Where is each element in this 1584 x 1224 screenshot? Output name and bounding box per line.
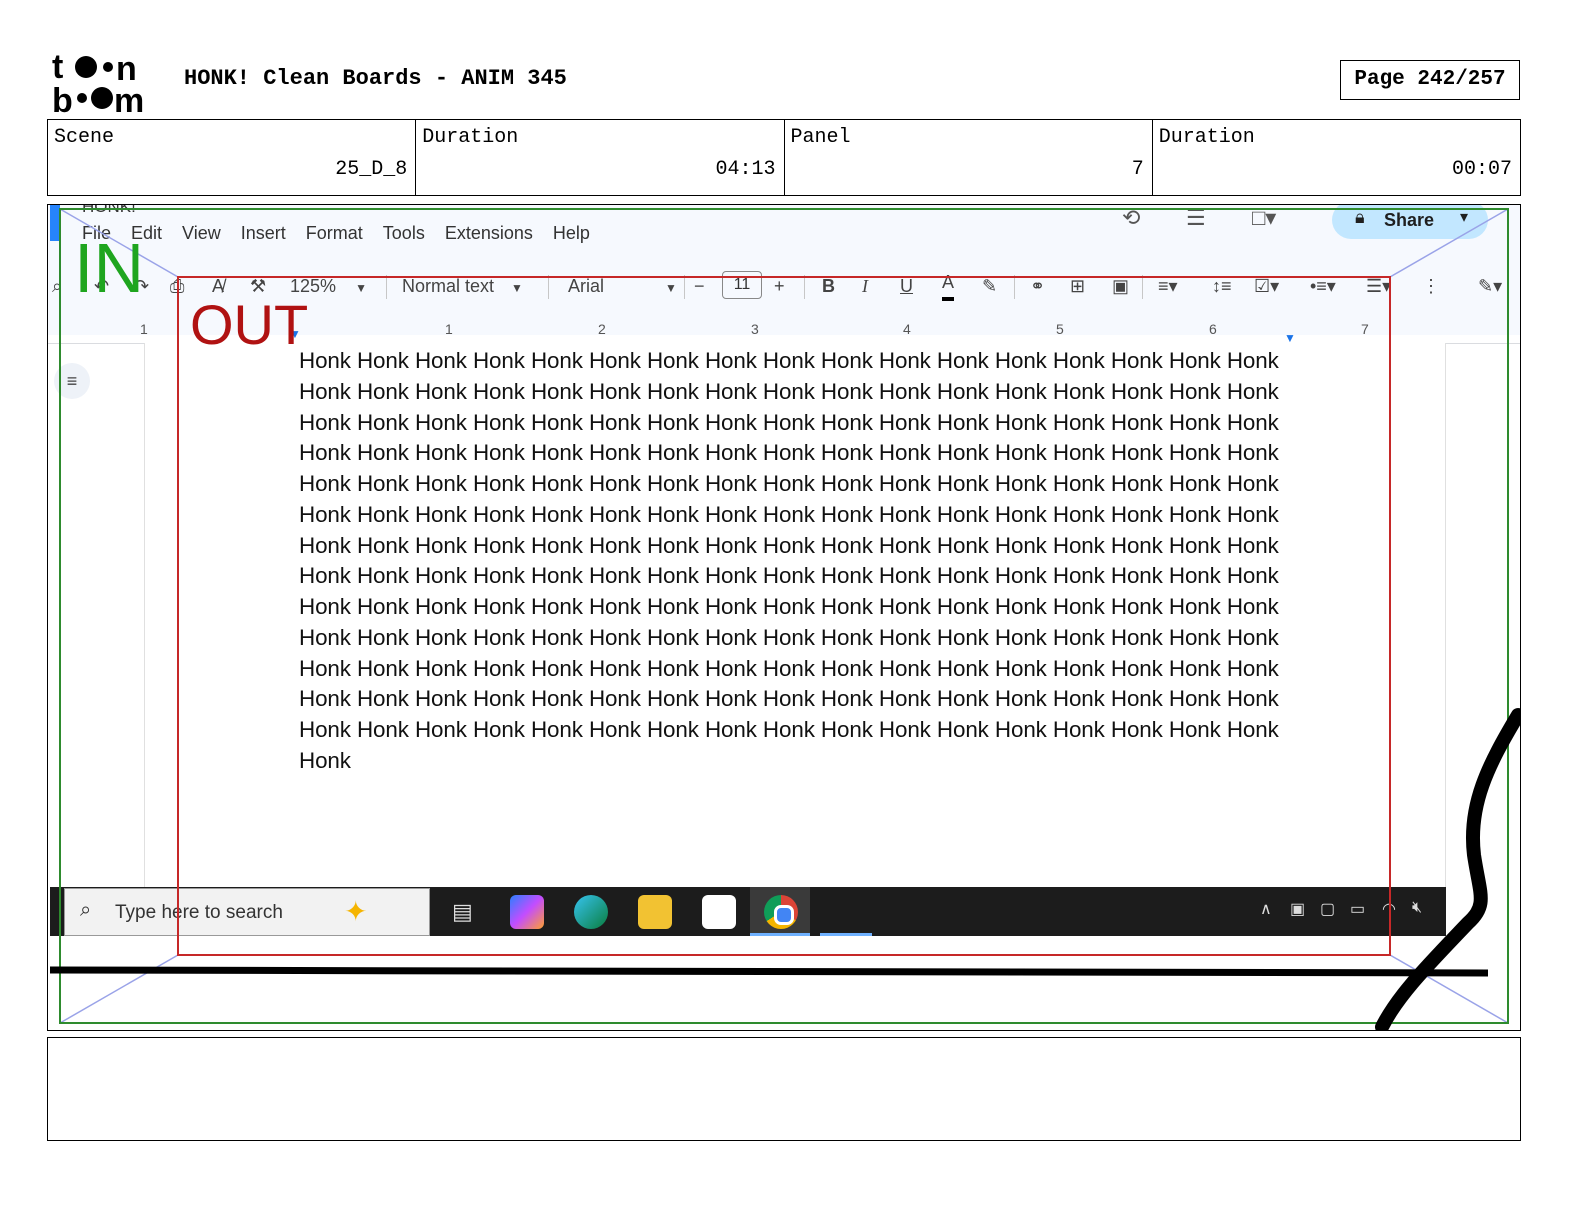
panel-duration-label: Duration — [1158, 126, 1255, 149]
panel-duration-value: 00:07 — [1451, 158, 1512, 181]
page-number: Page 242/257 — [1340, 60, 1520, 100]
panel-label: Panel — [790, 126, 851, 149]
out-camera-frame — [177, 276, 1391, 956]
camera-move-line — [59, 954, 179, 1024]
caption-box — [47, 1037, 1521, 1141]
storyboard-panel: HONK! File Edit View Insert Format Tools… — [47, 204, 1521, 1031]
in-frame-label: IN — [74, 229, 144, 307]
scene-info-table: Scene 25_D_8 Duration 04:13 Panel 7 Dura… — [47, 119, 1521, 196]
sheet-title: HONK! Clean Boards - ANIM 345 — [184, 66, 567, 91]
scene-label: Scene — [54, 126, 115, 149]
svg-text:b: b — [52, 82, 73, 114]
scene-duration-cell: Duration 04:13 — [416, 120, 785, 195]
logo-graphic: t n b m — [52, 48, 144, 120]
scene-value: 25_D_8 — [335, 158, 408, 181]
panel-duration-cell: Duration 00:07 — [1153, 120, 1520, 195]
marker-stroke-line — [49, 966, 1489, 977]
out-frame-label: OUT — [190, 293, 309, 356]
scene-cell: Scene 25_D_8 — [48, 120, 417, 195]
scene-duration-value: 04:13 — [715, 158, 776, 181]
panel-value: 7 — [1131, 158, 1144, 181]
svg-text:t: t — [52, 50, 63, 86]
toon-boom-logo: t n b m — [52, 48, 164, 120]
marker-stroke-curve — [1375, 708, 1520, 1030]
svg-text:m: m — [114, 82, 144, 114]
scene-duration-label: Duration — [422, 126, 519, 149]
panel-cell: Panel 7 — [785, 120, 1153, 195]
camera-move-line — [1389, 208, 1509, 278]
